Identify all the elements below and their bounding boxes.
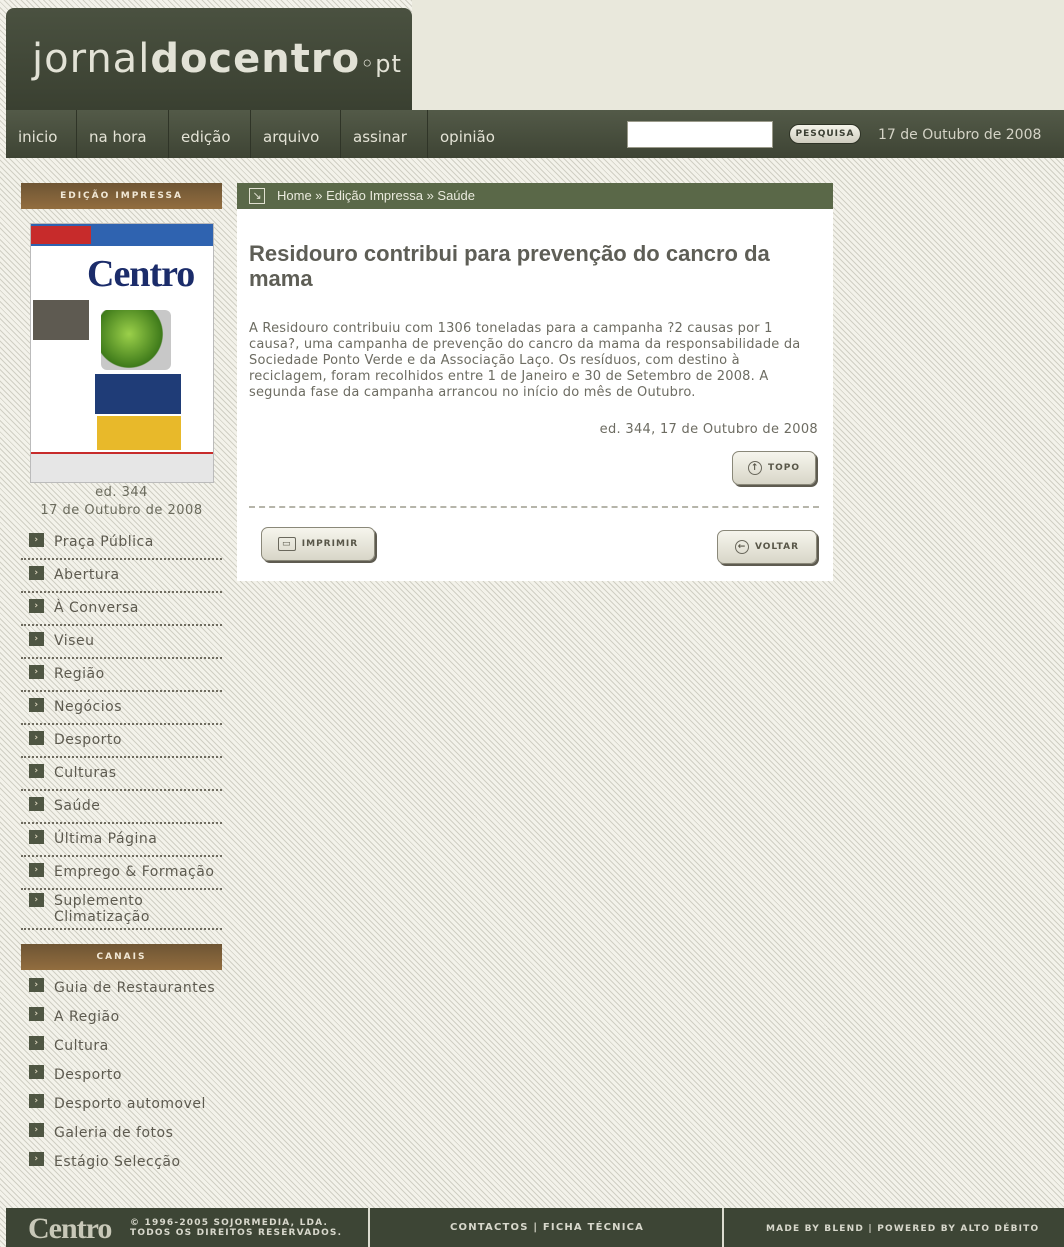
arrow-up-icon: ↑ xyxy=(747,460,762,475)
footer: Centro © 1996-2005 SOJORMEDIA, LDA. TODO… xyxy=(6,1208,1064,1247)
search-button[interactable]: PESQUISA xyxy=(789,124,861,144)
footer-credits[interactable]: MADE BY BLEND | POWERED BY ALTO DÉBITO xyxy=(766,1224,1039,1234)
logo-block[interactable]: jornaldocentro◦pt xyxy=(6,8,412,110)
arrow-icon: › xyxy=(29,1036,44,1050)
arrow-icon: › xyxy=(29,1065,44,1079)
article-edition: ed. 344, 17 de Outubro de 2008 xyxy=(599,422,818,437)
arrow-icon: › xyxy=(29,764,44,778)
sidebar-item-a-conversa[interactable]: › À Conversa xyxy=(21,593,222,626)
arrow-icon: › xyxy=(29,599,44,613)
canal-guia-restaurantes[interactable]: › Guia de Restaurantes xyxy=(21,974,222,1003)
sidebar-item-abertura[interactable]: › Abertura xyxy=(21,560,222,593)
arrow-icon: › xyxy=(29,978,44,992)
arrow-icon: › xyxy=(29,698,44,712)
breadcrumb-text[interactable]: Home » Edição Impressa » Saúde xyxy=(277,183,475,209)
sidebar-item-ultima-pagina[interactable]: › Última Página xyxy=(21,824,222,857)
canal-cultura[interactable]: › Cultura xyxy=(21,1032,222,1061)
back-button[interactable]: ← VOLTAR xyxy=(717,530,817,564)
canal-desporto-automovel[interactable]: › Desporto automovel xyxy=(21,1090,222,1119)
canais-list: › Guia de Restaurantes › A Região › Cultura… xyxy=(21,974,222,1177)
sidebar-item-praca-publica[interactable]: › Praça Pública xyxy=(21,527,222,560)
arrow-icon: › xyxy=(29,665,44,679)
printer-icon: ▭ xyxy=(277,536,296,551)
canal-desporto[interactable]: › Desporto xyxy=(21,1061,222,1090)
footer-copyright: © 1996-2005 SOJORMEDIA, LDA. TODOS OS DI… xyxy=(130,1218,343,1238)
canal-a-regiao[interactable]: › A Região xyxy=(21,1003,222,1032)
arrow-icon: › xyxy=(29,731,44,745)
article-body: A Residouro contribuiu com 1306 tonelada… xyxy=(249,321,801,400)
sidebar-header-edicao: EDIÇÃO IMPRESSA xyxy=(21,183,222,209)
arrow-icon: › xyxy=(29,893,44,907)
arrow-icon: › xyxy=(29,632,44,646)
nav-na-hora[interactable]: na hora xyxy=(76,110,162,158)
sidebar-header-canais: CANAIS xyxy=(21,944,222,970)
print-button[interactable]: ▭ IMPRIMIR xyxy=(261,527,375,561)
arrow-icon: › xyxy=(29,1094,44,1108)
footer-links[interactable]: CONTACTOS | FICHA TÉCNICA xyxy=(450,1222,644,1233)
edition-number: ed. 344 xyxy=(95,485,148,500)
sidebar-item-desporto[interactable]: › Desporto xyxy=(21,725,222,758)
nav-edicao[interactable]: edição xyxy=(168,110,248,158)
nav-inicio[interactable]: inicio xyxy=(6,110,70,158)
canal-estagio-seleccao[interactable]: › Estágio Selecção xyxy=(21,1148,222,1177)
edition-date: 17 de Outubro de 2008 xyxy=(40,503,203,518)
breadcrumb: ↘ Home » Edição Impressa » Saúde xyxy=(237,183,833,209)
sidebar-item-viseu[interactable]: › Viseu xyxy=(21,626,222,659)
arrow-corner-icon: ↘ xyxy=(249,188,265,204)
search-input[interactable] xyxy=(627,121,773,148)
header-date: 17 de Outubro de 2008 xyxy=(878,127,1042,143)
article: Residouro contribui para prevenção do ca… xyxy=(237,209,833,581)
arrow-icon: › xyxy=(29,1123,44,1137)
arrow-icon: › xyxy=(29,1007,44,1021)
sidebar: EDIÇÃO IMPRESSA Centro ed. 344 17 de Out… xyxy=(21,183,222,1177)
header-background xyxy=(412,0,1064,110)
canal-galeria-fotos[interactable]: › Galeria de fotos xyxy=(21,1119,222,1148)
edition-cover-image[interactable]: Centro xyxy=(30,223,214,483)
nav-arquivo[interactable]: arquivo xyxy=(250,110,338,158)
sidebar-item-negocios[interactable]: › Negócios xyxy=(21,692,222,725)
sidebar-item-saude[interactable]: › Saúde xyxy=(21,791,222,824)
arrow-icon: › xyxy=(29,533,44,547)
site-logo[interactable]: jornaldocentro◦pt xyxy=(32,36,402,82)
arrow-icon: › xyxy=(29,1152,44,1166)
sidebar-item-emprego-formacao[interactable]: › Emprego & Formação xyxy=(21,857,222,890)
nav-assinar[interactable]: assinar xyxy=(340,110,426,158)
footer-logo[interactable]: Centro xyxy=(28,1212,112,1246)
sidebar-item-regiao[interactable]: › Região xyxy=(21,659,222,692)
divider xyxy=(249,506,819,508)
arrow-left-icon: ← xyxy=(734,539,749,554)
sidebar-item-suplemento-climatizacao[interactable]: › Suplemento Climatização xyxy=(21,890,222,930)
nav-opiniao[interactable]: opinião xyxy=(427,110,517,158)
top-button[interactable]: ↑ TOPO xyxy=(732,451,816,485)
arrow-icon: › xyxy=(29,797,44,811)
section-list: › Praça Pública › Abertura › À Conversa › Vi… xyxy=(21,527,222,930)
sidebar-item-culturas[interactable]: › Culturas xyxy=(21,758,222,791)
article-title: Residouro contribui para prevenção do ca… xyxy=(249,241,770,291)
arrow-icon: › xyxy=(29,863,44,877)
arrow-icon: › xyxy=(29,830,44,844)
logo-globe-icon: ◦ xyxy=(360,50,376,78)
arrow-icon: › xyxy=(29,566,44,580)
